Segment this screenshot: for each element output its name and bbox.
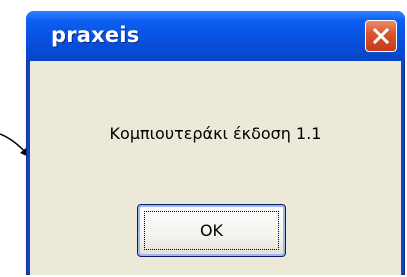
- dialog-body: Κομπιουτεράκι έκδοση 1.1 OK: [30, 61, 401, 275]
- message-dialog: praxeis Κομπιουτεράκι έκδοση 1.1 OK: [26, 11, 405, 275]
- title-bar[interactable]: praxeis: [26, 11, 405, 61]
- focus-ring: [144, 211, 279, 250]
- dialog-message: Κομπιουτεράκι έκδοση 1.1: [109, 124, 322, 143]
- dialog-title: praxeis: [51, 23, 140, 47]
- close-icon: [372, 27, 390, 45]
- ok-button[interactable]: OK: [137, 204, 286, 257]
- close-button[interactable]: [365, 20, 397, 52]
